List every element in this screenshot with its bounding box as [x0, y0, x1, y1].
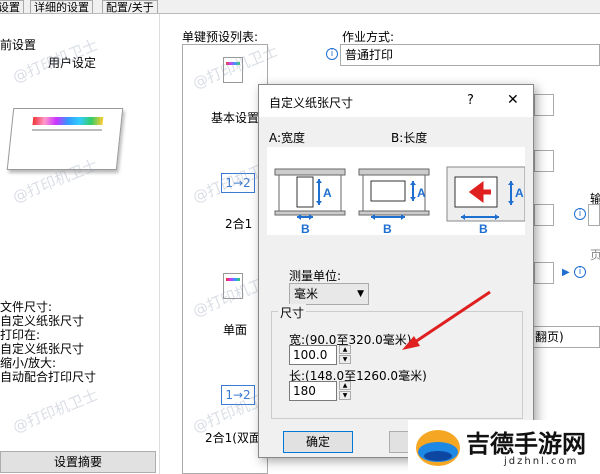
preset-item[interactable]: 单面 — [223, 321, 247, 338]
dialog-title: 自定义纸张尺寸 — [269, 96, 354, 110]
tab-detail-settings[interactable]: 详细的设置 — [30, 0, 93, 14]
feed-fig-a: A B — [274, 168, 346, 236]
two-in-one-icon: 1→2 — [221, 385, 255, 405]
custom-paper-dialog: 自定义纸张尺寸 ? ✕ A:宽度 B:长度 A B A B A B 测量单位: … — [258, 84, 534, 458]
preset-item[interactable]: 2合1 — [225, 215, 252, 232]
job-mode-select[interactable]: 普通打印 — [340, 44, 600, 66]
dropdown-stub[interactable] — [534, 204, 554, 226]
logo-title: 吉德手游网 — [466, 430, 586, 458]
svg-text:B: B — [479, 222, 488, 235]
tab-bar: 设置 详细的设置 配置/关于 — [0, 0, 600, 14]
unit-select[interactable]: 毫米 ▼ — [289, 283, 369, 305]
color-strip — [32, 117, 104, 125]
preset-item[interactable]: 基本设置 — [211, 109, 259, 126]
close-button[interactable]: ✕ — [507, 92, 519, 108]
text-line — [31, 129, 103, 131]
doc-icon — [223, 273, 243, 299]
preset-list[interactable]: 基本设置 1→2 2合1 单面 1→2 2合1(双面 — [182, 44, 268, 474]
preset-item[interactable]: 2合1(双面 — [205, 429, 261, 446]
site-logo: 吉德手游网 jdzhnl.com — [408, 420, 600, 474]
svg-text:A: A — [417, 186, 426, 200]
dropdown-stub[interactable] — [534, 94, 554, 116]
logo-icon — [416, 430, 460, 466]
unit-value: 毫米 — [294, 287, 319, 301]
chevron-down-icon: ▼ — [357, 289, 364, 299]
width-up-button[interactable]: ▲ — [339, 345, 351, 354]
job-mode-label: 作业方式: — [342, 30, 395, 44]
info-icon: i — [326, 48, 338, 60]
red-arrow-annotation — [402, 290, 491, 350]
doc-icon — [223, 57, 243, 83]
width-input[interactable]: 100.0 — [289, 345, 337, 365]
partial-select[interactable] — [588, 204, 600, 226]
length-input[interactable]: 180 — [289, 381, 337, 401]
svg-text:B: B — [301, 222, 310, 235]
svg-text:B: B — [383, 222, 392, 235]
paper-feed-illustration: A B A B A B — [274, 166, 526, 236]
width-header: A:宽度 — [269, 131, 306, 145]
feed-fig-c: A B — [446, 166, 526, 236]
partial-label: 页 — [590, 248, 600, 262]
section-title: 前设置 — [0, 38, 37, 52]
size-group-label: 尺寸 — [278, 304, 307, 321]
svg-text:A: A — [323, 186, 332, 200]
length-header: B:长度 — [391, 131, 428, 145]
feed-diagram: A B A B A B — [267, 147, 526, 236]
length-up-button[interactable]: ▲ — [339, 381, 351, 390]
info-icon: i — [574, 208, 586, 220]
info-icon: i — [574, 266, 586, 278]
left-pane: 前设置 用户设定 文件尺寸: 自定义纸张尺寸 打印在: 自定义纸张尺寸 缩小/放… — [0, 14, 160, 474]
feed-fig-b: A B — [358, 168, 430, 236]
paper-preview — [6, 108, 124, 170]
logo-url: jdzhnl.com — [504, 456, 579, 467]
flip-select[interactable]: 翻页) — [530, 326, 600, 348]
dialog-title-bar: 自定义纸张尺寸 ? ✕ — [259, 85, 533, 117]
info-line: 自动配合打印尺寸 — [0, 370, 97, 384]
length-down-button[interactable]: ▼ — [339, 391, 351, 400]
dropdown-stub[interactable] — [534, 262, 554, 284]
help-button[interactable]: ? — [467, 93, 474, 108]
width-down-button[interactable]: ▼ — [339, 355, 351, 364]
unit-label: 测量单位: — [289, 269, 342, 283]
user-settings-label: 用户设定 — [48, 56, 97, 70]
two-in-one-icon: 1→2 — [221, 173, 255, 193]
tab-config-about[interactable]: 配置/关于 — [102, 0, 158, 14]
tab-settings[interactable]: 设置 — [0, 0, 24, 14]
summary-button[interactable]: 设置摘要 — [0, 451, 156, 473]
dropdown-stub[interactable] — [534, 150, 554, 172]
ok-button[interactable]: 确定 — [283, 431, 353, 453]
svg-text:A: A — [515, 186, 524, 200]
play-icon: ▶ — [562, 267, 570, 278]
preset-list-label: 单键预设列表: — [182, 30, 259, 44]
